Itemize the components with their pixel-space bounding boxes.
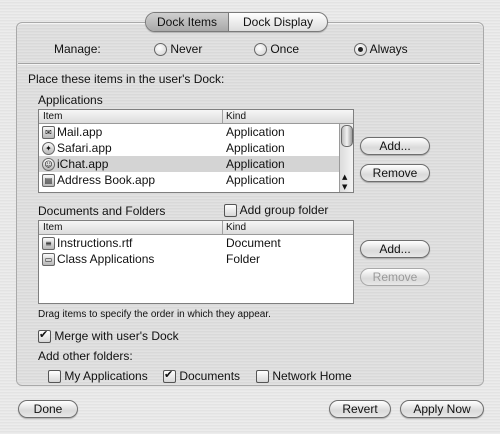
chat-bubble-icon: ☺ — [42, 158, 55, 171]
apply-now-button[interactable]: Apply Now — [400, 400, 484, 418]
merge-checkbox[interactable] — [38, 328, 51, 344]
manage-once-option[interactable]: Once — [254, 42, 300, 57]
table-row-selected[interactable]: ☺ iChat.app Application — [39, 156, 353, 172]
tab-control: Dock Items Dock Display — [145, 12, 328, 32]
table-row[interactable]: ▤ Address Book.app Application — [39, 172, 353, 188]
radio-never-label: Never — [170, 42, 203, 56]
row-item-name: Mail.app — [57, 125, 103, 139]
col-kind-header[interactable]: Kind — [226, 110, 246, 123]
row-item-name: Class Applications — [57, 252, 155, 266]
my-applications-checkbox[interactable] — [48, 370, 61, 384]
row-item-kind: Application — [226, 157, 285, 171]
col-item-header[interactable]: Item — [43, 110, 62, 123]
applications-table[interactable]: Item Kind ✉ Mail.app Application ✦ Safar… — [38, 109, 354, 193]
place-items-label: Place these items in the user's Dock: — [28, 72, 225, 86]
revert-button[interactable]: Revert — [329, 400, 391, 418]
documents-add-button[interactable]: Add... — [360, 240, 430, 258]
table-row[interactable]: ≡ Instructions.rtf Document — [39, 235, 353, 251]
documents-table[interactable]: Item Kind ≡ Instructions.rtf Document ▭ … — [38, 220, 354, 304]
row-item-name: iChat.app — [57, 157, 109, 171]
documents-table-header: Item Kind — [39, 221, 353, 235]
compass-icon: ✦ — [42, 142, 55, 155]
row-item-kind: Application — [226, 173, 285, 187]
manage-always-option[interactable]: Always — [354, 42, 408, 57]
network-home-label: Network Home — [272, 369, 352, 383]
add-group-folder-label: Add group folder — [239, 203, 329, 217]
scroll-down-arrow-icon[interactable]: ▼ — [342, 183, 347, 191]
vertical-scrollbar[interactable]: ▲ ▼ — [339, 124, 353, 192]
table-row[interactable]: ▭ Class Applications Folder — [39, 251, 353, 267]
row-item-kind: Application — [226, 141, 285, 155]
documents-folder-checkbox[interactable] — [163, 368, 176, 384]
table-row[interactable]: ✦ Safari.app Application — [39, 140, 353, 156]
add-group-folder-option[interactable]: Add group folder — [224, 203, 329, 218]
column-divider — [222, 110, 223, 123]
done-button[interactable]: Done — [18, 400, 78, 418]
documents-folder-option[interactable]: Documents — [163, 368, 241, 384]
row-item-name: Address Book.app — [57, 173, 156, 187]
row-item-kind: Folder — [226, 252, 261, 266]
my-applications-label: My Applications — [64, 369, 148, 383]
tab-dock-display[interactable]: Dock Display — [229, 13, 327, 31]
row-item-kind: Document — [226, 236, 281, 250]
scroll-thumb[interactable] — [341, 125, 353, 147]
applications-heading: Applications — [38, 93, 103, 107]
my-applications-option[interactable]: My Applications — [48, 369, 148, 384]
table-row[interactable]: ✉ Mail.app Application — [39, 124, 353, 140]
separator — [18, 63, 480, 64]
col-item-header[interactable]: Item — [43, 221, 62, 234]
documents-remove-button: Remove — [360, 268, 430, 286]
col-kind-header[interactable]: Kind — [226, 221, 246, 234]
radio-never[interactable] — [154, 43, 167, 57]
radio-once-label: Once — [270, 42, 300, 56]
add-other-folders-label: Add other folders: — [38, 349, 133, 363]
network-home-option[interactable]: Network Home — [256, 369, 352, 384]
manage-label: Manage: — [54, 42, 101, 56]
scroll-up-arrow-icon[interactable]: ▲ — [342, 173, 347, 181]
merge-option[interactable]: Merge with user's Dock — [38, 328, 179, 344]
row-item-name: Instructions.rtf — [57, 236, 133, 250]
documents-heading: Documents and Folders — [38, 204, 166, 218]
document-icon: ≡ — [42, 237, 55, 250]
folder-icon: ▭ — [42, 253, 55, 266]
row-item-name: Safari.app — [57, 141, 112, 155]
mail-stamp-icon: ✉ — [42, 126, 55, 139]
drag-hint: Drag items to specify the order in which… — [38, 309, 271, 320]
add-group-folder-checkbox[interactable] — [224, 204, 237, 218]
radio-once[interactable] — [254, 43, 267, 57]
applications-table-header: Item Kind — [39, 110, 353, 124]
column-divider — [222, 221, 223, 234]
applications-remove-button[interactable]: Remove — [360, 164, 430, 182]
radio-always[interactable] — [354, 43, 367, 57]
row-item-kind: Application — [226, 125, 285, 139]
documents-folder-label: Documents — [179, 369, 241, 383]
network-home-checkbox[interactable] — [256, 370, 269, 384]
tab-dock-items[interactable]: Dock Items — [146, 13, 229, 31]
applications-add-button[interactable]: Add... — [360, 137, 430, 155]
manage-never-option[interactable]: Never — [154, 42, 203, 57]
radio-always-label: Always — [369, 42, 408, 56]
merge-label: Merge with user's Dock — [54, 329, 179, 343]
address-book-icon: ▤ — [42, 174, 55, 187]
